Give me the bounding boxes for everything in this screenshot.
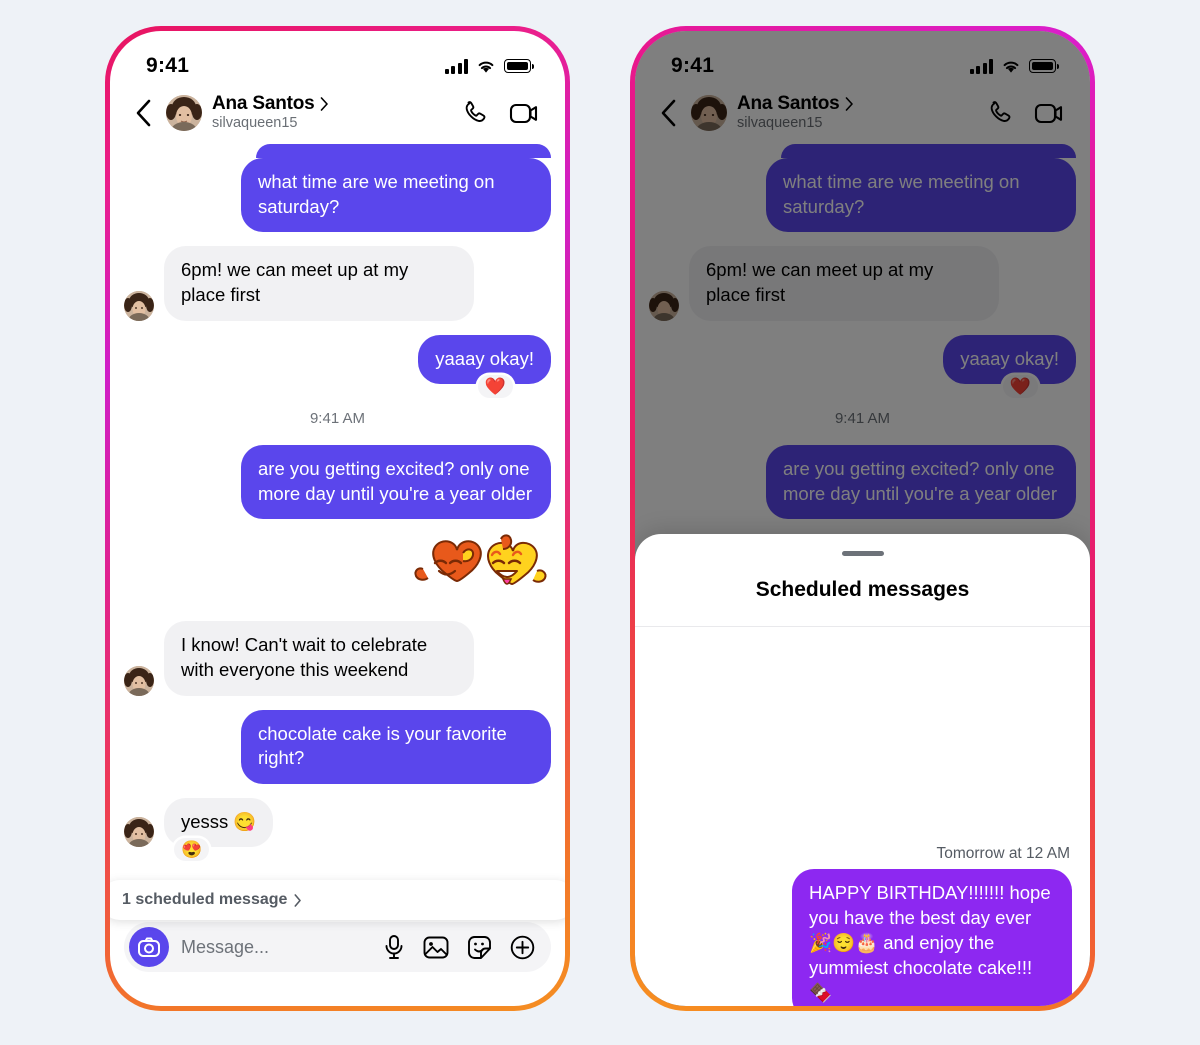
screenshot-canvas: 9:41 Ana Santos silvaqueen15 what time a… xyxy=(0,0,1200,1045)
sheet-body: Tomorrow at 12 AM HAPPY BIRTHDAY!!!!!!! … xyxy=(635,627,1090,1006)
two-laughing-hearts-sticker[interactable] xyxy=(405,533,551,601)
clipped-previous-bubble xyxy=(256,144,551,159)
message-row[interactable]: chocolate cake is your favorite right? xyxy=(124,709,551,784)
chevron-right-icon xyxy=(294,893,302,907)
sender-avatar xyxy=(124,290,154,321)
sticker-icon[interactable] xyxy=(467,935,492,960)
composer-actions xyxy=(383,934,535,960)
scheduled-messages-banner[interactable]: 1 scheduled message xyxy=(110,880,565,920)
sheet-title: Scheduled messages xyxy=(635,578,1090,627)
reaction-container: 😍 xyxy=(124,838,551,862)
scheduled-message-bubble[interactable]: HAPPY BIRTHDAY!!!!!!! hope you have the … xyxy=(792,869,1072,1006)
message-bubble-incoming[interactable]: 6pm! we can meet up at my place first xyxy=(164,246,474,321)
message-row[interactable]: what time are we meeting on saturday? xyxy=(124,158,551,233)
message-bubble-outgoing[interactable]: are you getting excited? only one more d… xyxy=(241,445,551,520)
contact-name: Ana Santos xyxy=(212,93,315,114)
status-indicators xyxy=(444,58,534,74)
message-row[interactable]: 6pm! we can meet up at my place first xyxy=(124,246,551,321)
status-time: 9:41 xyxy=(146,54,190,77)
phone-mockup-left: 9:41 Ana Santos silvaqueen15 what time a… xyxy=(105,26,570,1011)
wifi-icon xyxy=(478,61,494,73)
message-composer[interactable]: Message... xyxy=(124,922,551,972)
microphone-icon[interactable] xyxy=(383,934,405,960)
phone-call-icon[interactable] xyxy=(461,99,489,127)
status-bar: 9:41 xyxy=(110,31,565,87)
contact-identity[interactable]: Ana Santos silvaqueen15 xyxy=(212,93,451,132)
message-bubble-outgoing[interactable]: what time are we meeting on saturday? xyxy=(241,158,551,233)
message-row[interactable]: are you getting excited? only one more d… xyxy=(124,445,551,520)
camera-icon[interactable] xyxy=(129,927,169,967)
video-call-icon[interactable] xyxy=(509,100,539,126)
chat-header: Ana Santos silvaqueen15 xyxy=(110,87,565,145)
contact-handle: silvaqueen15 xyxy=(212,115,298,132)
scheduled-messages-sheet[interactable]: Scheduled messages Tomorrow at 12 AM HAP… xyxy=(635,534,1090,1006)
scheduled-delivery-time: Tomorrow at 12 AM xyxy=(936,845,1070,862)
message-bubble-incoming[interactable]: I know! Can't wait to celebrate with eve… xyxy=(164,621,474,696)
reaction-badge[interactable]: 😍 xyxy=(174,838,210,862)
sheet-grabber[interactable] xyxy=(841,551,884,556)
message-bubble-outgoing[interactable]: chocolate cake is your favorite right? xyxy=(241,709,551,784)
back-chevron-icon[interactable] xyxy=(132,98,154,128)
cellular-bars-icon xyxy=(444,58,468,74)
battery-full-icon xyxy=(504,59,534,73)
photo-icon[interactable] xyxy=(423,935,449,960)
phone-screen-left: 9:41 Ana Santos silvaqueen15 what time a… xyxy=(110,31,565,1006)
phone-screen-right: 9:41 xyxy=(635,31,1090,1006)
reaction-container: ❤️ xyxy=(124,375,551,399)
contact-avatar[interactable] xyxy=(166,94,202,131)
header-actions xyxy=(461,99,539,127)
message-row[interactable] xyxy=(124,533,551,601)
message-input[interactable]: Message... xyxy=(181,937,371,958)
plus-circle-icon[interactable] xyxy=(510,935,535,960)
scheduled-banner-label: 1 scheduled message xyxy=(122,891,288,908)
message-thread[interactable]: what time are we meeting on saturday? 6p… xyxy=(110,144,565,904)
sender-avatar xyxy=(124,665,154,696)
chevron-right-icon xyxy=(320,96,328,111)
phone-mockup-right: 9:41 xyxy=(630,26,1095,1011)
reaction-badge[interactable]: ❤️ xyxy=(477,375,513,399)
thread-timestamp: 9:41 AM xyxy=(309,410,366,428)
message-row[interactable]: I know! Can't wait to celebrate with eve… xyxy=(124,621,551,696)
